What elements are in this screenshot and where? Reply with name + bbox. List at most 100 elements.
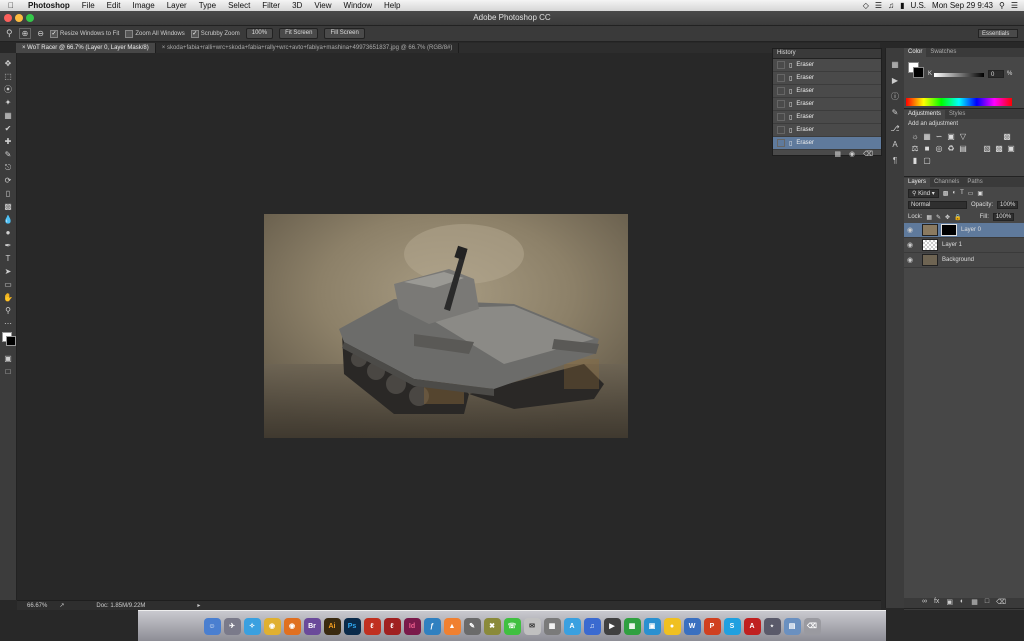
- menu-image[interactable]: Image: [126, 0, 160, 11]
- menu-window[interactable]: Window: [338, 0, 378, 11]
- new-layer-icon[interactable]: □: [985, 598, 989, 608]
- history-item-selected[interactable]: ▯ Eraser: [773, 137, 881, 150]
- status-menu-icon[interactable]: ▸: [197, 602, 200, 609]
- history-item[interactable]: ▯ Eraser: [773, 59, 881, 72]
- curves-icon[interactable]: ∽: [934, 131, 944, 141]
- fill-field[interactable]: 100%: [992, 213, 1015, 221]
- zoom-all-checkbox[interactable]: Zoom All Windows: [125, 29, 185, 38]
- brush-tool-icon[interactable]: ✎: [0, 148, 16, 161]
- k-slider[interactable]: [934, 73, 984, 77]
- clock[interactable]: Mon Sep 29 9:43: [932, 1, 993, 10]
- kind-filter[interactable]: ⚲ Kind ▾: [908, 188, 939, 198]
- menu-layer[interactable]: Layer: [161, 0, 193, 11]
- history-item[interactable]: ▯ Eraser: [773, 98, 881, 111]
- skype-icon[interactable]: S: [723, 617, 741, 635]
- actions-icon[interactable]: ▶: [886, 72, 904, 88]
- launchpad-icon[interactable]: ✈: [223, 617, 241, 635]
- bridge-icon[interactable]: Br: [303, 617, 321, 635]
- black-white-icon[interactable]: ■: [922, 143, 932, 153]
- threshold-icon[interactable]: ▣: [1006, 143, 1016, 153]
- tab-color[interactable]: Color: [904, 48, 927, 57]
- input-source[interactable]: U.S.: [910, 1, 926, 10]
- quicktime-icon[interactable]: ▶: [603, 617, 621, 635]
- folder-icon[interactable]: ▤: [783, 617, 801, 635]
- brush-panel-icon[interactable]: ✎: [886, 104, 904, 120]
- type-tool-icon[interactable]: T: [0, 252, 16, 265]
- battery-icon[interactable]: ▮: [900, 1, 904, 10]
- utility-icon[interactable]: ✎: [463, 617, 481, 635]
- blur-tool-icon[interactable]: 💧: [0, 213, 16, 226]
- visibility-eye-icon[interactable]: ◉: [904, 256, 916, 264]
- layer-mask-thumbnail[interactable]: [941, 224, 957, 236]
- color-balance-icon[interactable]: ⚖: [910, 143, 920, 153]
- zoom-in-icon[interactable]: ⊕: [18, 28, 32, 39]
- dropbox-icon[interactable]: ◇: [863, 1, 869, 10]
- share-icon[interactable]: ↗: [59, 602, 64, 609]
- word-icon[interactable]: W: [683, 617, 701, 635]
- search-icon[interactable]: ⚲: [999, 1, 1005, 10]
- filter-adjust-icon[interactable]: ◐: [952, 190, 956, 196]
- background-color[interactable]: [6, 336, 16, 346]
- movie-icon[interactable]: ▣: [643, 617, 661, 635]
- safari-icon[interactable]: ✧: [243, 617, 261, 635]
- shape-tool-icon[interactable]: ▭: [0, 278, 16, 291]
- quick-select-tool-icon[interactable]: ✦: [0, 96, 16, 109]
- fx-icon[interactable]: fx: [934, 598, 939, 608]
- duck-icon[interactable]: ●: [663, 617, 681, 635]
- blend-mode-select[interactable]: Normal: [908, 201, 967, 209]
- menu-file[interactable]: File: [76, 0, 101, 11]
- 100-percent-button[interactable]: 100%: [245, 28, 274, 39]
- indesign-icon[interactable]: Id: [403, 617, 421, 635]
- zoom-tool-icon[interactable]: ⚲: [6, 28, 13, 39]
- hue-saturation-icon[interactable]: ▩: [1002, 131, 1012, 141]
- gradient-map-icon[interactable]: ▮: [910, 155, 920, 165]
- history-item[interactable]: ▯ Eraser: [773, 111, 881, 124]
- stamp-tool-icon[interactable]: ⎋: [0, 161, 16, 174]
- path-select-tool-icon[interactable]: ➤: [0, 265, 16, 278]
- history-panel-title[interactable]: History: [773, 49, 881, 59]
- powerpoint-icon[interactable]: P: [703, 617, 721, 635]
- illustrator-icon[interactable]: Ai: [323, 617, 341, 635]
- doc-tab[interactable]: × skoda+fabia+ralli+wrc+skoda+fabia+rall…: [156, 43, 460, 53]
- flash-icon[interactable]: ƒ: [423, 617, 441, 635]
- notifications-icon[interactable]: ☰: [1011, 1, 1018, 10]
- apple-icon[interactable]: : [0, 0, 22, 11]
- exposure-icon[interactable]: ▣: [946, 131, 956, 141]
- add-mask-icon[interactable]: ▣: [946, 598, 953, 608]
- filter-shape-icon[interactable]: ▭: [968, 190, 974, 197]
- zoom-tool-icon[interactable]: ⚲: [0, 304, 16, 317]
- messages-icon[interactable]: ☏: [503, 617, 521, 635]
- clone-source-icon[interactable]: ⎇: [886, 120, 904, 136]
- tab-adjustments[interactable]: Adjustments: [904, 110, 946, 119]
- mail-icon[interactable]: ✉: [523, 617, 541, 635]
- resize-windows-checkbox[interactable]: ✓ Resize Windows to Fit: [50, 29, 119, 38]
- info-icon[interactable]: ⓘ: [886, 88, 904, 104]
- tab-layers[interactable]: Layers: [904, 178, 931, 187]
- adobe-icon[interactable]: A: [743, 617, 761, 635]
- visibility-eye-icon[interactable]: ◉: [904, 226, 916, 234]
- trash-icon[interactable]: ⌫: [863, 150, 873, 160]
- firefox-icon[interactable]: ◉: [283, 617, 301, 635]
- color-spectrum[interactable]: [906, 98, 1012, 106]
- posterize-icon[interactable]: ▩: [994, 143, 1004, 153]
- vlc-icon[interactable]: ▲: [443, 617, 461, 635]
- filter-pixel-icon[interactable]: ▩: [943, 190, 949, 197]
- channel-mixer-icon[interactable]: ♻: [946, 143, 956, 153]
- tab-paths[interactable]: Paths: [963, 178, 986, 187]
- invert-icon[interactable]: ▧: [982, 143, 992, 153]
- marquee-tool-icon[interactable]: ⬚: [0, 70, 16, 83]
- new-document-icon[interactable]: ▦: [834, 150, 841, 160]
- bg-color-chip[interactable]: [913, 67, 924, 78]
- menu-3d[interactable]: 3D: [286, 0, 308, 11]
- zoom-readout[interactable]: 66.67%: [27, 603, 47, 609]
- history-item[interactable]: ▯ Eraser: [773, 85, 881, 98]
- eraser-tool-icon[interactable]: ▯: [0, 187, 16, 200]
- healing-tool-icon[interactable]: ✚: [0, 135, 16, 148]
- workspace-switcher[interactable]: Essentials: [978, 29, 1018, 38]
- fit-screen-button[interactable]: Fit Screen: [279, 28, 319, 39]
- menu-help[interactable]: Help: [378, 0, 406, 11]
- pen-tool-icon[interactable]: ✒: [0, 239, 16, 252]
- opacity-field[interactable]: 100%: [997, 201, 1019, 209]
- lock-position-icon[interactable]: ✥: [945, 214, 950, 221]
- lock-pixels-icon[interactable]: ✎: [936, 214, 941, 221]
